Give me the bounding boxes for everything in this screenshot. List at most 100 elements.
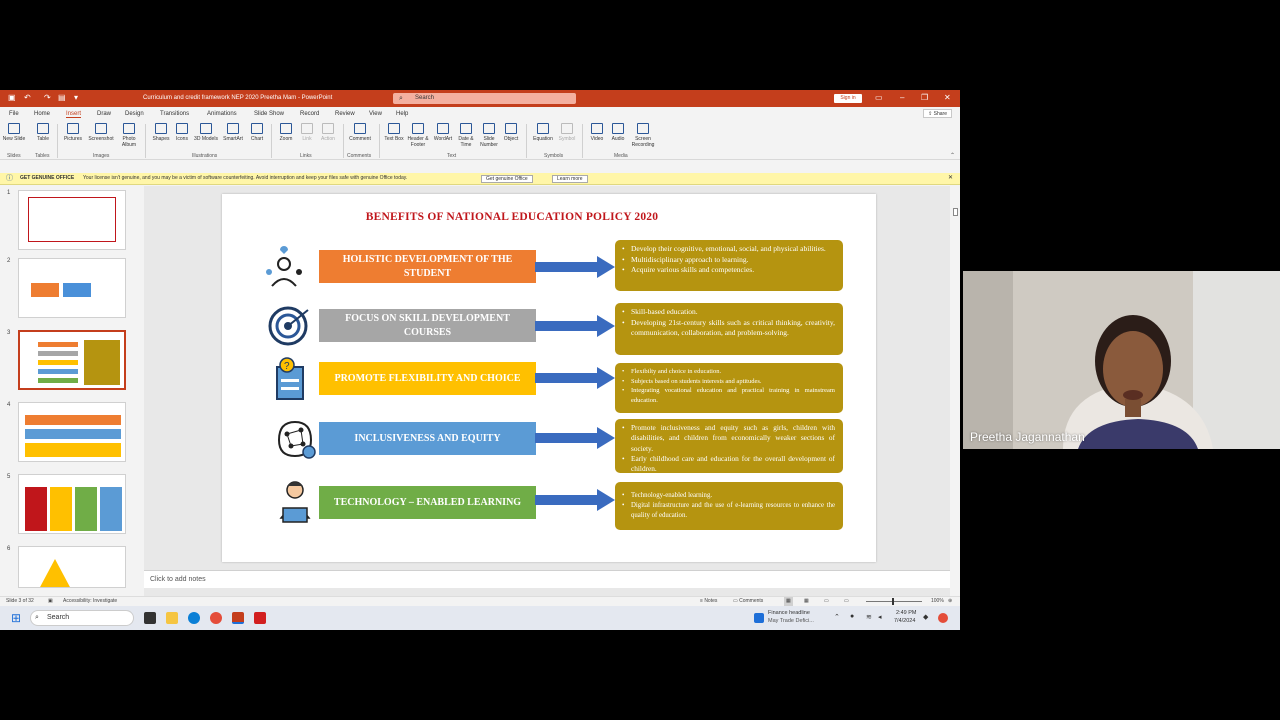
notification-icon[interactable]: ◆ [923, 613, 928, 621]
slide-sorter-icon[interactable]: ▦ [804, 597, 809, 606]
slide-thumbnail-5[interactable] [18, 474, 126, 534]
search-input[interactable]: ⌕ Search [393, 93, 576, 104]
thumbnail-content [31, 283, 59, 297]
group-media: Media [614, 153, 628, 159]
sign-in-button[interactable]: Sign in [834, 94, 862, 103]
task-view-icon[interactable] [144, 612, 156, 624]
new-slide-button[interactable]: New Slide [1, 123, 27, 142]
text-box-button[interactable]: Text Box [381, 123, 407, 142]
close-icon[interactable]: ✕ [944, 93, 951, 102]
tab-design[interactable]: Design [125, 111, 144, 117]
tab-help[interactable]: Help [396, 111, 408, 117]
chrome-icon[interactable] [210, 612, 222, 624]
tab-transitions[interactable]: Transitions [160, 111, 189, 117]
notes-pane[interactable]: Click to add notes [144, 570, 950, 588]
equation-button[interactable]: Equation [530, 123, 556, 142]
symbol-button[interactable]: Symbol [554, 123, 580, 142]
smartart-button[interactable]: SmartArt [220, 123, 246, 142]
slide-thumbnail-4[interactable] [18, 402, 126, 462]
powerpoint-taskbar-icon[interactable] [232, 612, 244, 624]
slide-thumbnail-6[interactable] [18, 546, 126, 588]
volume-icon[interactable]: ◂ [878, 613, 882, 621]
arrow-icon [535, 489, 615, 511]
screenshot-button[interactable]: Screenshot [88, 123, 114, 142]
copilot-icon[interactable] [938, 613, 948, 623]
thumbnail-number: 4 [7, 402, 11, 408]
comments-toggle[interactable]: ▭ Comments [733, 597, 763, 606]
pictures-button[interactable]: Pictures [60, 123, 86, 142]
undo-icon[interactable]: ↶ [24, 94, 31, 102]
tab-slide-show[interactable]: Slide Show [254, 111, 284, 117]
acrobat-icon[interactable] [254, 612, 266, 624]
news-widget-icon[interactable] [754, 613, 764, 623]
benefit-point: Multidisciplinary approach to learning. [622, 255, 835, 266]
tab-file[interactable]: File [9, 111, 19, 117]
pictures-label: Pictures [63, 136, 83, 142]
reading-view-icon[interactable]: ▭ [824, 597, 829, 606]
wifi-icon[interactable]: ≋ [866, 613, 872, 621]
present-icon[interactable]: ▤ [58, 94, 66, 102]
windows-start-icon[interactable]: ⊞ [11, 611, 21, 625]
tab-draw[interactable]: Draw [97, 111, 111, 117]
target-icon [268, 306, 309, 346]
zoom-slider-thumb[interactable] [892, 598, 894, 605]
taskbar-search[interactable]: ⌕ Search [30, 610, 134, 626]
scrollbar-thumb[interactable] [953, 208, 958, 216]
customize-qat-icon[interactable]: ▾ [74, 94, 78, 102]
tab-review[interactable]: Review [335, 111, 355, 117]
slide-thumbnail-1[interactable] [18, 190, 126, 250]
audio-button[interactable]: Audio [605, 123, 631, 142]
tab-animations[interactable]: Animations [207, 111, 237, 117]
photo-album-button[interactable]: Photo Album [116, 123, 142, 148]
thumbnail-content [38, 351, 78, 356]
redo-icon[interactable]: ↷ [44, 94, 51, 102]
fit-to-window-icon[interactable]: ⊕ [948, 597, 952, 606]
license-infobar: ⓘ GET GENUINE OFFICE Your license isn't … [0, 173, 960, 185]
news-subtitle[interactable]: May Trade Defici... [768, 618, 814, 624]
accessibility-status[interactable]: Accessibility: Investigate [63, 597, 117, 606]
webcam-video-tile[interactable]: Preetha Jagannathan [963, 271, 1280, 449]
collapse-ribbon-icon[interactable]: ⌃ [950, 152, 955, 159]
slide-thumbnail-3[interactable] [18, 330, 126, 390]
screen-recording-button[interactable]: Screen Recording [630, 123, 656, 148]
edge-icon[interactable] [188, 612, 200, 624]
normal-view-icon[interactable]: ▦ [784, 597, 793, 606]
zoom-level[interactable]: 100% [931, 597, 944, 606]
microphone-icon[interactable]: ● [850, 613, 854, 620]
save-icon[interactable]: ▣ [8, 94, 16, 102]
file-explorer-icon[interactable] [166, 612, 178, 624]
object-button[interactable]: Object [498, 123, 524, 142]
wordart-icon [437, 123, 449, 134]
share-button[interactable]: ⇪ Share [923, 109, 952, 118]
ribbon-display-icon[interactable]: ▭ [875, 93, 883, 102]
group-text: Text [447, 153, 457, 159]
get-genuine-office-button[interactable]: Get genuine Office [481, 175, 533, 183]
tab-record[interactable]: Record [300, 111, 319, 117]
action-button[interactable]: Action [315, 123, 341, 142]
vertical-scrollbar[interactable]: ▾ [950, 186, 960, 630]
notes-toggle[interactable]: ≡ Notes [700, 597, 717, 606]
minimize-icon[interactable]: – [900, 93, 904, 102]
tray-expand-icon[interactable]: ⌃ [834, 613, 840, 621]
zoom-slider[interactable] [866, 598, 922, 605]
icons-button[interactable]: Icons [169, 123, 195, 142]
chart-button[interactable]: Chart [244, 123, 270, 142]
tab-view[interactable]: View [369, 111, 382, 117]
header-footer-button[interactable]: Header & Footer [405, 123, 431, 148]
maximize-icon[interactable]: ❐ [921, 93, 928, 102]
3d-models-button[interactable]: 3D Models [193, 123, 219, 142]
tab-insert[interactable]: Insert [66, 111, 82, 118]
tab-home[interactable]: Home [34, 111, 50, 117]
clock-date[interactable]: 7/4/2024 [894, 618, 915, 624]
table-button[interactable]: Table [30, 123, 56, 142]
slideshow-icon[interactable]: ▭ [844, 597, 849, 606]
photo-album-label: Photo Album [121, 136, 137, 148]
learn-more-button[interactable]: Learn more [552, 175, 588, 183]
slide-thumbnail-2[interactable] [18, 258, 126, 318]
comment-button[interactable]: Comment [347, 123, 373, 142]
clock-time[interactable]: 2:49 PM [896, 610, 916, 616]
slide-canvas[interactable]: BENEFITS OF NATIONAL EDUCATION POLICY 20… [222, 194, 876, 562]
news-title[interactable]: Finance headline [768, 610, 810, 616]
infobar-close-icon[interactable]: ✕ [948, 173, 953, 184]
spelling-icon[interactable]: ▣ [48, 597, 53, 606]
